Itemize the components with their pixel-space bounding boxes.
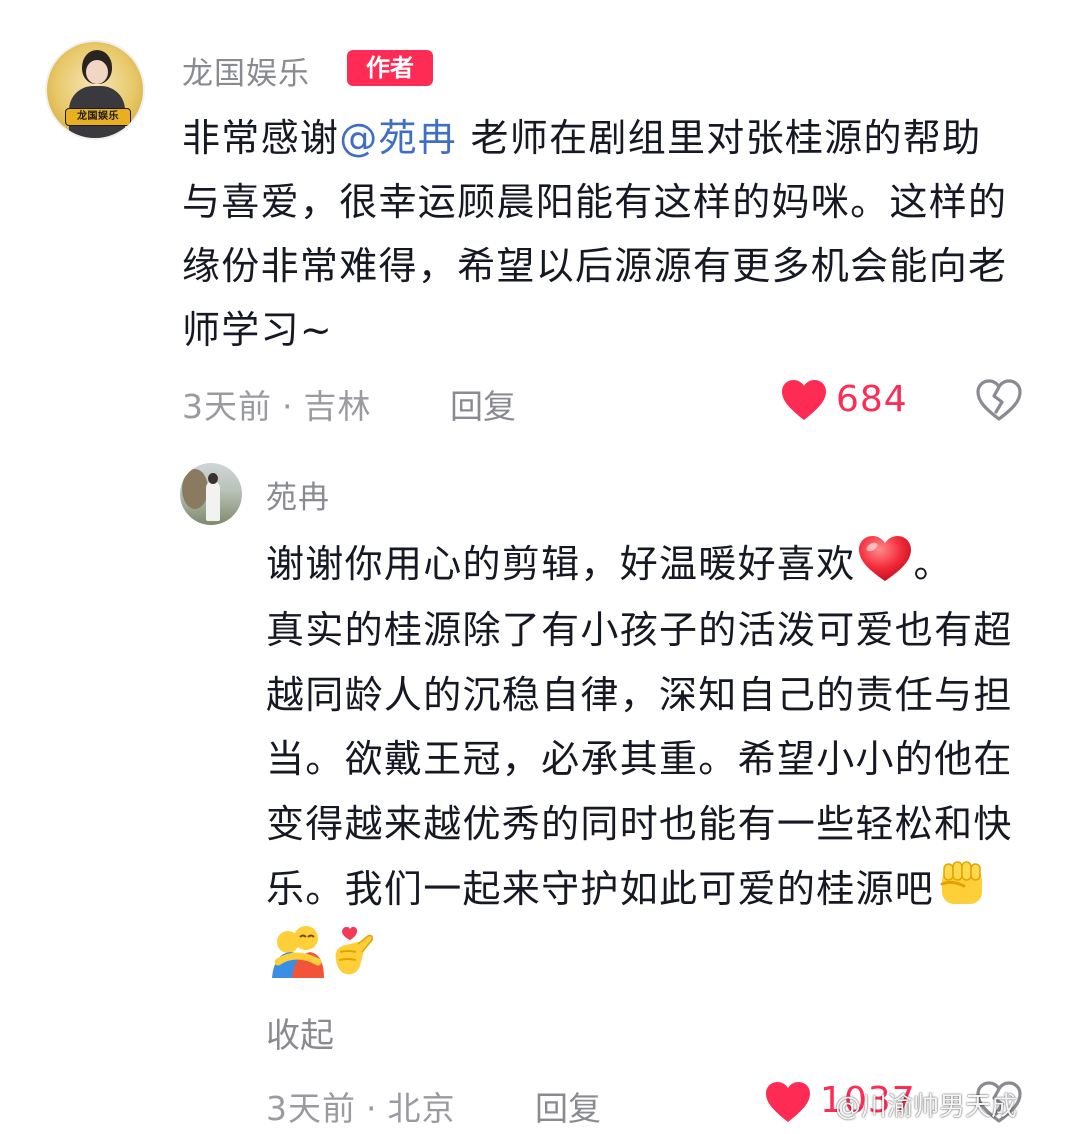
reply-avatar[interactable] <box>180 463 242 525</box>
reply-button[interactable]: 回复 <box>450 380 516 428</box>
reply-location: 北京 <box>387 1089 456 1128</box>
reply-username[interactable]: 苑冉 <box>266 472 330 517</box>
comment-meta: 3天前 · 吉林 <box>182 380 372 428</box>
mention-link[interactable]: @苑冉 <box>339 116 457 160</box>
comment-text-before: 非常感谢 <box>182 116 340 160</box>
meta-dot: · <box>366 1089 378 1128</box>
collapse-button[interactable]: 收起 <box>266 1008 334 1057</box>
reply-meta: 3天前 · 北京 <box>266 1082 456 1130</box>
comment-location: 吉林 <box>303 387 372 426</box>
broken-heart-icon[interactable] <box>975 378 1023 422</box>
reply-reply-button[interactable]: 回复 <box>535 1082 601 1130</box>
avatar-person <box>206 481 220 521</box>
heart-icon[interactable] <box>764 1080 812 1124</box>
raised-fist-emoji <box>940 861 983 904</box>
comment-text: 非常感谢@苑冉 老师在剧组里对张桂源的帮助与喜爱，很幸运顾晨阳能有这样的妈咪。这… <box>182 106 1012 362</box>
comment-username[interactable]: 龙国娱乐 <box>182 48 310 93</box>
author-avatar[interactable]: 龙国娱乐 <box>45 40 145 140</box>
reply-line1-end: 。 <box>913 542 953 586</box>
hugging-people-emoji <box>272 925 324 978</box>
author-tag: 作者 <box>347 50 433 86</box>
avatar-tree <box>182 469 208 509</box>
reply-line1-text: 谢谢你用心的剪辑，好温暖好喜欢 <box>266 542 856 586</box>
reply-body-text: 真实的桂源除了有小孩子的活泼可爱也有超越同龄人的沉稳自律，深知自己的责任与担当。… <box>266 608 1013 911</box>
avatar-head <box>208 473 218 484</box>
red-heart-emoji <box>858 536 911 581</box>
watermark: @川渝帅男天成 <box>835 1092 1018 1122</box>
meta-dot: · <box>282 387 294 426</box>
finger-heart-emoji <box>335 926 373 974</box>
reply-time: 3天前 <box>266 1089 356 1128</box>
heart-icon[interactable] <box>780 378 828 422</box>
avatar-figure-face <box>86 60 108 84</box>
avatar-badge: 龙国娱乐 <box>65 108 131 126</box>
comment-time: 3天前 <box>182 387 272 426</box>
like-count: 684 <box>836 379 908 420</box>
reply-text-line1: 谢谢你用心的剪辑，好温暖好喜欢 。 <box>266 532 1056 596</box>
reply-text-body: 真实的桂源除了有小孩子的活泼可爱也有超越同龄人的沉稳自律，深知自己的责任与担当。… <box>266 598 1046 991</box>
